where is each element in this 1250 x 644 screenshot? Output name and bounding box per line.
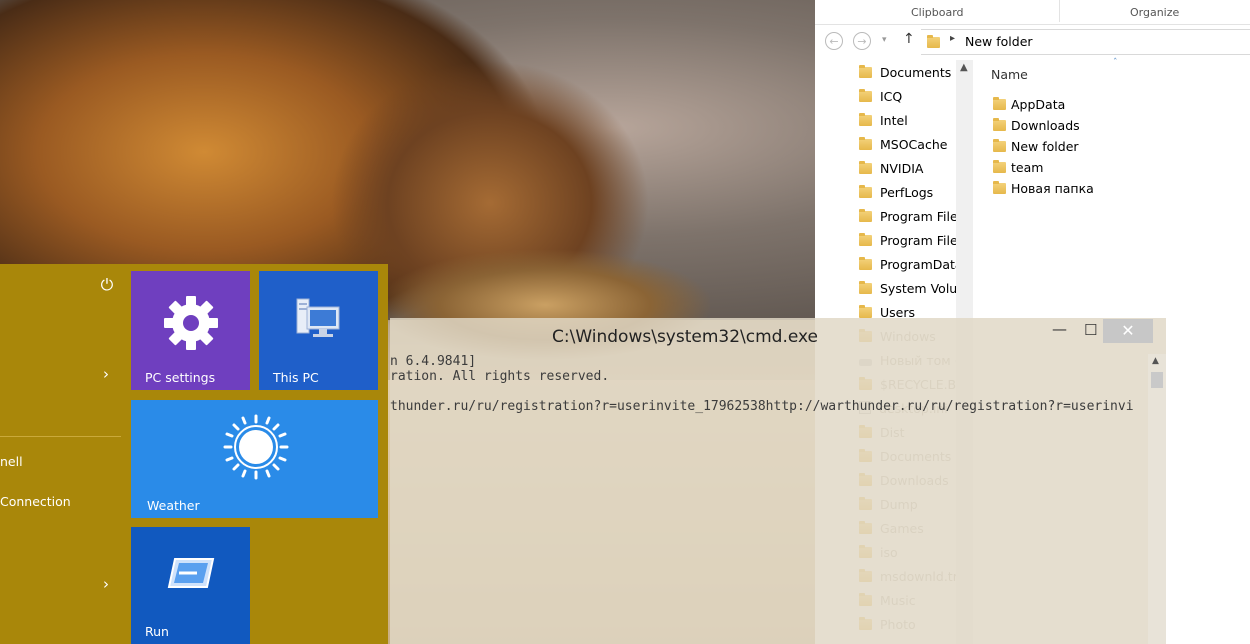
folder-icon	[993, 181, 1006, 194]
up-arrow-icon[interactable]: ↑	[903, 31, 915, 47]
minimize-icon[interactable]: —	[1052, 320, 1067, 338]
file-list-item[interactable]: AppData	[993, 97, 1065, 112]
tree-item[interactable]: Program File	[859, 209, 970, 231]
tree-item-label: System Volur	[880, 281, 963, 296]
folder-icon	[927, 35, 940, 48]
cmd-window: C:\Windows\system32\cmd.exe — ☐ ✕ n 6.4.…	[390, 318, 1166, 644]
tree-item[interactable]: Documents a	[859, 65, 970, 87]
folder-icon	[859, 161, 872, 174]
file-name: New folder	[1011, 139, 1079, 154]
tile-label: This PC	[273, 370, 319, 385]
tree-item[interactable]: PerfLogs	[859, 185, 970, 207]
tree-item[interactable]: NVIDIA	[859, 161, 970, 183]
chevron-right-icon[interactable]: ›	[103, 365, 109, 383]
console-line: ration. All rights reserved.	[390, 369, 610, 384]
tree-item-label: Program File	[880, 209, 958, 224]
file-list-item[interactable]: Downloads	[993, 118, 1080, 133]
folder-icon	[859, 137, 872, 150]
maximize-icon[interactable]: ☐	[1084, 321, 1097, 339]
tree-item[interactable]: Program File	[859, 233, 970, 255]
file-name: Downloads	[1011, 118, 1080, 133]
tree-item[interactable]: ICQ	[859, 89, 970, 111]
tile-label: PC settings	[145, 370, 216, 385]
tree-item[interactable]: MSOCache	[859, 137, 970, 159]
folder-icon	[859, 209, 872, 222]
file-name: team	[1011, 160, 1044, 175]
tree-item-label: ProgramData	[880, 257, 963, 272]
tree-item-label: Program File	[880, 233, 958, 248]
chevron-right-icon[interactable]: ▸	[950, 33, 955, 44]
column-header-name[interactable]: Name	[991, 67, 1028, 82]
file-list-item[interactable]: New folder	[993, 139, 1079, 154]
chevron-right-icon[interactable]: ›	[103, 575, 109, 593]
run-icon	[167, 558, 215, 588]
tree-item-label: MSOCache	[880, 137, 948, 152]
power-icon[interactable]: ⏻	[96, 274, 118, 296]
scroll-up-icon[interactable]: ▲	[960, 62, 968, 73]
folder-icon	[859, 281, 872, 294]
folder-icon	[859, 233, 872, 246]
file-list-item[interactable]: Новая папка	[993, 181, 1094, 196]
tile-pc-settings[interactable]: PC settings	[131, 271, 250, 390]
file-list-item[interactable]: team	[993, 160, 1043, 175]
folder-icon	[859, 305, 872, 318]
tree-item-label: Intel	[880, 113, 908, 128]
downloads-folder-icon	[993, 118, 1006, 131]
console-line: thunder.ru/ru/registration?r=userinvite_…	[390, 399, 1134, 414]
tile-weather[interactable]: Weather	[131, 400, 378, 518]
folder-icon	[859, 257, 872, 270]
close-button[interactable]: ✕	[1103, 319, 1153, 343]
tree-item-label: ICQ	[880, 89, 903, 104]
address-bar-row: ← → ▾ ↑ ▸ New folder	[815, 28, 1250, 55]
ribbon-group-labels: Clipboard Organize	[815, 0, 1250, 25]
start-item-shell[interactable]: nell	[0, 454, 23, 469]
gear-icon	[164, 296, 218, 350]
start-item-connection[interactable]: Connection	[0, 494, 71, 509]
folder-icon	[859, 65, 872, 78]
close-icon: ✕	[1121, 321, 1135, 340]
tree-item[interactable]: System Volur	[859, 281, 970, 303]
tile-label: Run	[145, 624, 169, 639]
folder-icon	[859, 185, 872, 198]
address-bar[interactable]: ▸ New folder	[921, 29, 1250, 55]
tile-run[interactable]: Run	[131, 527, 250, 644]
tree-item-label: Documents a	[880, 65, 963, 80]
folder-icon	[993, 160, 1006, 173]
forward-icon[interactable]: →	[853, 32, 871, 50]
window-title: C:\Windows\system32\cmd.exe	[552, 327, 819, 347]
folder-icon	[993, 97, 1006, 110]
file-name: AppData	[1011, 97, 1066, 112]
scroll-up-icon[interactable]: ▲	[1152, 356, 1159, 366]
tile-this-pc[interactable]: This PC	[259, 271, 378, 390]
ribbon-group-clipboard: Clipboard	[911, 6, 964, 19]
recent-locations-icon[interactable]: ▾	[882, 35, 887, 45]
console-line: n 6.4.9841]	[390, 354, 477, 369]
scroll-thumb[interactable]	[1151, 372, 1163, 388]
sun-icon	[223, 414, 289, 480]
tree-item-label: PerfLogs	[880, 185, 934, 200]
back-icon[interactable]: ←	[825, 32, 843, 50]
tree-item[interactable]: Intel	[859, 113, 970, 135]
computer-icon	[296, 298, 340, 337]
ribbon-group-organize: Organize	[1130, 6, 1180, 19]
cmd-title-bar[interactable]: C:\Windows\system32\cmd.exe — ☐ ✕	[390, 318, 1166, 354]
tree-item-label: NVIDIA	[880, 161, 924, 176]
sort-ascending-icon: ˆ	[1113, 58, 1118, 68]
cmd-scrollbar[interactable]: ▲	[1148, 354, 1166, 644]
cmd-console-output[interactable]: n 6.4.9841] ration. All rights reserved. t…	[390, 354, 1148, 644]
tree-item[interactable]: ProgramData	[859, 257, 970, 279]
address-path-text: New folder	[965, 34, 1033, 49]
tile-label: Weather	[147, 498, 200, 513]
folder-icon	[859, 113, 872, 126]
file-name: Новая папка	[1011, 181, 1094, 196]
folder-icon	[859, 89, 872, 102]
divider	[0, 436, 121, 437]
folder-icon	[993, 139, 1006, 152]
